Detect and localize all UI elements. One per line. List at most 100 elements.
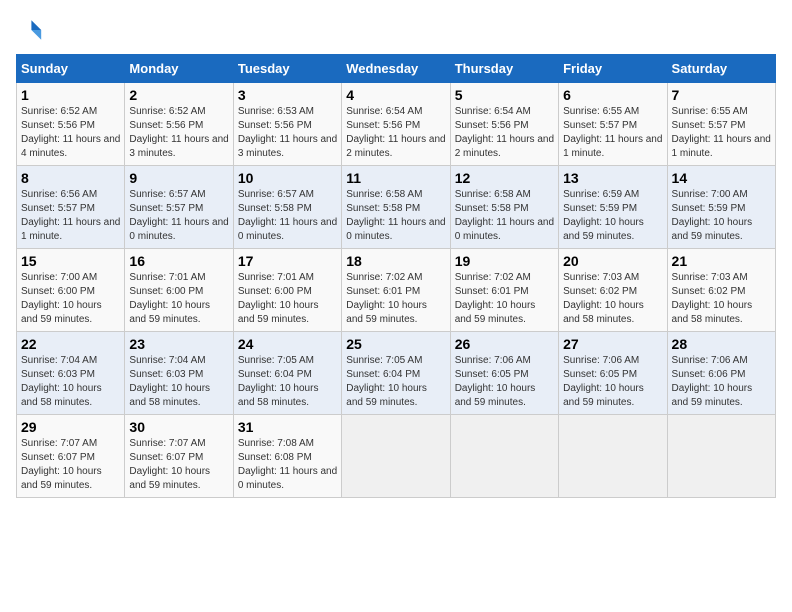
day-number: 16 [129,253,228,269]
day-info: Sunrise: 6:58 AM Sunset: 5:58 PM Dayligh… [455,188,554,244]
page-header [16,16,776,44]
table-row: 16 Sunrise: 7:01 AM Sunset: 6:00 PM Dayli… [125,249,233,332]
day-number: 27 [563,336,662,352]
calendar-row: 29 Sunrise: 7:07 AM Sunset: 6:07 PM Dayli… [17,415,776,498]
day-number: 31 [238,419,337,435]
day-number: 11 [346,170,445,186]
day-number: 10 [238,170,337,186]
calendar-row: 1 Sunrise: 6:52 AM Sunset: 5:56 PM Daylig… [17,83,776,166]
calendar-table: Sunday Monday Tuesday Wednesday Thursday… [16,54,776,498]
day-number: 9 [129,170,228,186]
day-number: 26 [455,336,554,352]
day-number: 19 [455,253,554,269]
calendar-row: 22 Sunrise: 7:04 AM Sunset: 6:03 PM Dayli… [17,332,776,415]
logo-icon [16,16,44,44]
day-info: Sunrise: 7:05 AM Sunset: 6:04 PM Dayligh… [346,354,445,410]
day-info: Sunrise: 7:04 AM Sunset: 6:03 PM Dayligh… [21,354,120,410]
table-row: 8 Sunrise: 6:56 AM Sunset: 5:57 PM Daylig… [17,166,125,249]
day-info: Sunrise: 7:00 AM Sunset: 6:00 PM Dayligh… [21,271,120,327]
table-row: 12 Sunrise: 6:58 AM Sunset: 5:58 PM Dayli… [450,166,558,249]
table-row: 22 Sunrise: 7:04 AM Sunset: 6:03 PM Dayli… [17,332,125,415]
table-row: 14 Sunrise: 7:00 AM Sunset: 5:59 PM Dayli… [667,166,775,249]
day-info: Sunrise: 7:06 AM Sunset: 6:05 PM Dayligh… [455,354,554,410]
table-row: 5 Sunrise: 6:54 AM Sunset: 5:56 PM Daylig… [450,83,558,166]
col-wednesday: Wednesday [342,55,450,83]
col-saturday: Saturday [667,55,775,83]
table-row: 25 Sunrise: 7:05 AM Sunset: 6:04 PM Dayli… [342,332,450,415]
day-number: 23 [129,336,228,352]
day-info: Sunrise: 6:56 AM Sunset: 5:57 PM Dayligh… [21,188,120,244]
day-number: 1 [21,87,120,103]
table-row: 10 Sunrise: 6:57 AM Sunset: 5:58 PM Dayli… [233,166,341,249]
table-row: 3 Sunrise: 6:53 AM Sunset: 5:56 PM Daylig… [233,83,341,166]
table-row: 4Sunrise: 6:54 AM Sunset: 5:56 PM Daylig… [342,83,450,166]
day-info: Sunrise: 6:52 AM Sunset: 5:56 PM Dayligh… [21,105,120,161]
day-info: Sunrise: 7:07 AM Sunset: 6:07 PM Dayligh… [129,437,228,493]
day-number: 12 [455,170,554,186]
day-number: 25 [346,336,445,352]
day-info: Sunrise: 7:04 AM Sunset: 6:03 PM Dayligh… [129,354,228,410]
table-row: 19 Sunrise: 7:02 AM Sunset: 6:01 PM Dayli… [450,249,558,332]
day-info: Sunrise: 7:02 AM Sunset: 6:01 PM Dayligh… [455,271,554,327]
day-number: 14 [672,170,771,186]
day-number: 2 [129,87,228,103]
day-info: Sunrise: 6:52 AM Sunset: 5:56 PM Dayligh… [129,105,228,161]
day-number: 22 [21,336,120,352]
col-monday: Monday [125,55,233,83]
day-info: Sunrise: 6:55 AM Sunset: 5:57 PM Dayligh… [672,105,771,161]
table-row [667,415,775,498]
day-info: Sunrise: 7:03 AM Sunset: 6:02 PM Dayligh… [672,271,771,327]
day-info: Sunrise: 6:59 AM Sunset: 5:59 PM Dayligh… [563,188,662,244]
table-row: 17 Sunrise: 7:01 AM Sunset: 6:00 PM Dayli… [233,249,341,332]
table-row: 9 Sunrise: 6:57 AM Sunset: 5:57 PM Daylig… [125,166,233,249]
table-row: 11 Sunrise: 6:58 AM Sunset: 5:58 PM Dayli… [342,166,450,249]
day-number: 20 [563,253,662,269]
table-row: 27 Sunrise: 7:06 AM Sunset: 6:05 PM Dayli… [559,332,667,415]
table-row: 23 Sunrise: 7:04 AM Sunset: 6:03 PM Dayli… [125,332,233,415]
day-number: 28 [672,336,771,352]
day-info: Sunrise: 6:53 AM Sunset: 5:56 PM Dayligh… [238,105,337,161]
day-number: 3 [238,87,337,103]
day-info: Sunrise: 6:54 AM Sunset: 5:56 PM Dayligh… [455,105,554,161]
day-info: Sunrise: 6:57 AM Sunset: 5:57 PM Dayligh… [129,188,228,244]
col-thursday: Thursday [450,55,558,83]
day-number: 29 [21,419,120,435]
table-row [342,415,450,498]
day-info: Sunrise: 7:00 AM Sunset: 5:59 PM Dayligh… [672,188,771,244]
day-info: Sunrise: 6:54 AM Sunset: 5:56 PM Dayligh… [346,105,445,161]
day-info: Sunrise: 7:05 AM Sunset: 6:04 PM Dayligh… [238,354,337,410]
day-number: 6 [563,87,662,103]
day-number: 7 [672,87,771,103]
day-info: Sunrise: 6:57 AM Sunset: 5:58 PM Dayligh… [238,188,337,244]
day-info: Sunrise: 6:58 AM Sunset: 5:58 PM Dayligh… [346,188,445,244]
header-row: Sunday Monday Tuesday Wednesday Thursday… [17,55,776,83]
table-row: 1 Sunrise: 6:52 AM Sunset: 5:56 PM Daylig… [17,83,125,166]
table-row: 29Sunrise: 7:07 AM Sunset: 6:07 PM Dayli… [17,415,125,498]
day-info: Sunrise: 7:01 AM Sunset: 6:00 PM Dayligh… [238,271,337,327]
day-info: Sunrise: 7:03 AM Sunset: 6:02 PM Dayligh… [563,271,662,327]
calendar-row: 8 Sunrise: 6:56 AM Sunset: 5:57 PM Daylig… [17,166,776,249]
table-row: 21 Sunrise: 7:03 AM Sunset: 6:02 PM Dayli… [667,249,775,332]
day-number: 17 [238,253,337,269]
table-row [450,415,558,498]
day-number: 30 [129,419,228,435]
table-row: 2 Sunrise: 6:52 AM Sunset: 5:56 PM Daylig… [125,83,233,166]
day-info: Sunrise: 7:08 AM Sunset: 6:08 PM Dayligh… [238,437,337,493]
table-row [559,415,667,498]
table-row: 28Sunrise: 7:06 AM Sunset: 6:06 PM Dayli… [667,332,775,415]
day-number: 24 [238,336,337,352]
day-info: Sunrise: 7:01 AM Sunset: 6:00 PM Dayligh… [129,271,228,327]
col-tuesday: Tuesday [233,55,341,83]
day-info: Sunrise: 6:55 AM Sunset: 5:57 PM Dayligh… [563,105,662,161]
table-row: 7 Sunrise: 6:55 AM Sunset: 5:57 PM Daylig… [667,83,775,166]
day-number: 5 [455,87,554,103]
table-row: 13Sunrise: 6:59 AM Sunset: 5:59 PM Dayli… [559,166,667,249]
day-number: 21 [672,253,771,269]
day-number: 8 [21,170,120,186]
table-row: 24 Sunrise: 7:05 AM Sunset: 6:04 PM Dayli… [233,332,341,415]
day-info: Sunrise: 7:06 AM Sunset: 6:05 PM Dayligh… [563,354,662,410]
table-row: 15Sunrise: 7:00 AM Sunset: 6:00 PM Dayli… [17,249,125,332]
calendar-row: 15Sunrise: 7:00 AM Sunset: 6:00 PM Dayli… [17,249,776,332]
table-row: 31 Sunrise: 7:08 AM Sunset: 6:08 PM Dayli… [233,415,341,498]
table-row: 6 Sunrise: 6:55 AM Sunset: 5:57 PM Daylig… [559,83,667,166]
